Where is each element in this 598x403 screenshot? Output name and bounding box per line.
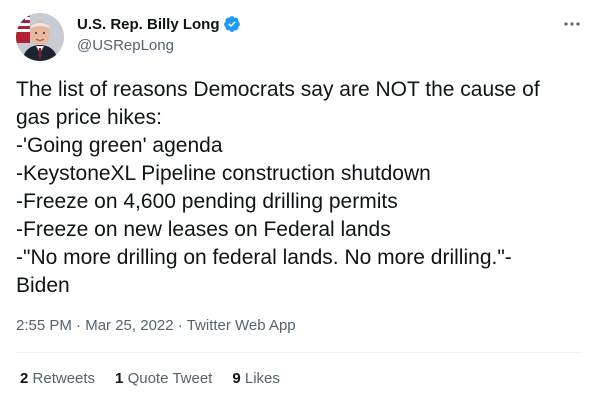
- likes-label: Likes: [244, 370, 280, 387]
- author-handle[interactable]: @USRepLong: [77, 37, 241, 54]
- tweet-text: The list of reasons Democrats say are NO…: [16, 76, 586, 300]
- likes-count: 9: [232, 370, 241, 387]
- tweet-text-line: -'Going green' agenda: [16, 134, 223, 157]
- retweets-label: Retweets: [32, 370, 96, 387]
- tweet-stats: 2 Retweets 1 Quote Tweet 9 Likes: [20, 370, 280, 387]
- meta-separator: ·: [76, 317, 82, 334]
- tweet-text-line: -Freeze on 4,600 pending drilling permit…: [16, 190, 398, 213]
- quote-tweets-label: Quote Tweet: [127, 370, 213, 387]
- likes-stat[interactable]: 9 Likes: [232, 370, 280, 387]
- tweet-text-line: -KeystoneXL Pipeline construction shutdo…: [16, 162, 431, 185]
- more-icon[interactable]: [562, 14, 582, 34]
- retweets-stat[interactable]: 2 Retweets: [20, 370, 95, 387]
- verified-badge-icon: [223, 15, 241, 33]
- tweet-text-line: -"No more drilling on federal lands. No …: [16, 246, 512, 269]
- tweet-text-line: The list of reasons Democrats say are NO…: [16, 78, 540, 101]
- author-name-row: U.S. Rep. Billy Long: [77, 14, 241, 34]
- divider: [16, 352, 582, 353]
- tweet-time[interactable]: 2:55 PM: [16, 317, 72, 334]
- tweet-text-line: gas price hikes:: [16, 106, 162, 129]
- retweets-count: 2: [20, 370, 29, 387]
- author-block: U.S. Rep. Billy Long @USRepLong: [77, 14, 241, 54]
- avatar-image: [16, 13, 64, 61]
- quote-tweets-stat[interactable]: 1 Quote Tweet: [115, 370, 212, 387]
- tweet-meta: 2:55 PM · Mar 25, 2022 · Twitter Web App: [16, 317, 296, 334]
- tweet-date[interactable]: Mar 25, 2022: [85, 317, 173, 334]
- tweet-container: U.S. Rep. Billy Long @USRepLong The list…: [0, 0, 598, 403]
- author-display-name[interactable]: U.S. Rep. Billy Long: [77, 16, 220, 33]
- meta-separator: ·: [177, 317, 183, 334]
- tweet-source[interactable]: Twitter Web App: [187, 317, 296, 334]
- quote-tweets-count: 1: [115, 370, 124, 387]
- avatar[interactable]: [16, 13, 64, 61]
- tweet-text-line: -Freeze on new leases on Federal lands: [16, 218, 391, 241]
- tweet-text-line: Biden: [16, 274, 70, 297]
